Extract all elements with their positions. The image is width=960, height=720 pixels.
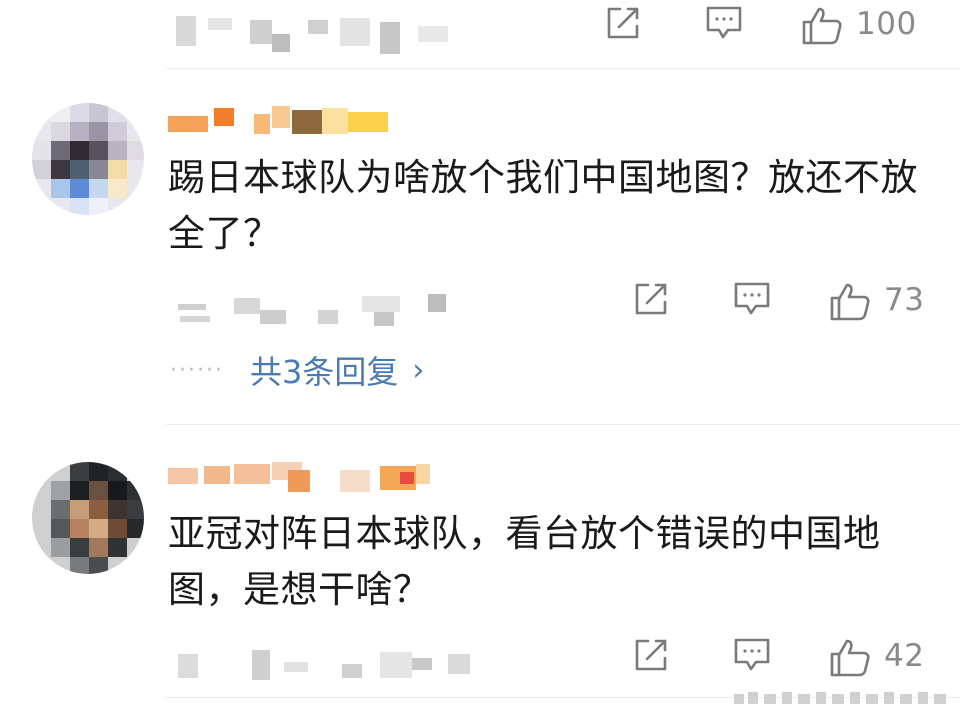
avatar[interactable]	[32, 462, 144, 574]
thumbs-up-icon[interactable]	[800, 4, 844, 50]
comment-actions: 73	[630, 280, 930, 322]
avatar[interactable]	[32, 103, 144, 215]
comment-actions: 42	[630, 636, 930, 678]
comment-actions: 100	[607, 4, 930, 46]
reply-dots: ······	[170, 357, 224, 383]
like-count: 42	[884, 638, 925, 674]
username-obscured[interactable]	[168, 460, 438, 492]
comment-item: 亚冠对阵日本球队，看台放个错误的中国地图，是想干啥？ 42	[0, 424, 960, 720]
comment-meta-obscured	[168, 6, 478, 54]
weibo-watermark-icon	[734, 688, 954, 712]
comment-icon[interactable]	[704, 4, 744, 46]
share-icon[interactable]	[632, 280, 670, 322]
thumbs-up-icon[interactable]	[828, 280, 872, 326]
comment-meta-obscured	[168, 642, 478, 682]
view-replies[interactable]: ······ 共3条回复 ›	[170, 348, 424, 392]
chevron-right-icon: ›	[412, 352, 425, 388]
share-icon[interactable]	[632, 636, 670, 678]
comment-text: 踢日本球队为啥放个我们中国地图？放还不放全了？	[168, 156, 918, 255]
username-obscured[interactable]	[168, 106, 398, 138]
like-count: 100	[856, 6, 917, 42]
comment-icon[interactable]	[732, 280, 772, 322]
comment-text: 亚冠对阵日本球队，看台放个错误的中国地图，是想干啥？	[168, 512, 881, 611]
like-count: 73	[884, 282, 925, 318]
thumbs-up-icon[interactable]	[828, 636, 872, 682]
comment-meta-obscured	[168, 286, 468, 326]
replies-link[interactable]: 共3条回复	[250, 347, 398, 393]
comment-item: 踢日本球队为啥放个我们中国地图？放还不放全了？ 73	[0, 68, 960, 438]
comment-icon[interactable]	[732, 636, 772, 678]
comment-item: 100	[0, 0, 960, 68]
share-icon[interactable]	[604, 4, 642, 46]
